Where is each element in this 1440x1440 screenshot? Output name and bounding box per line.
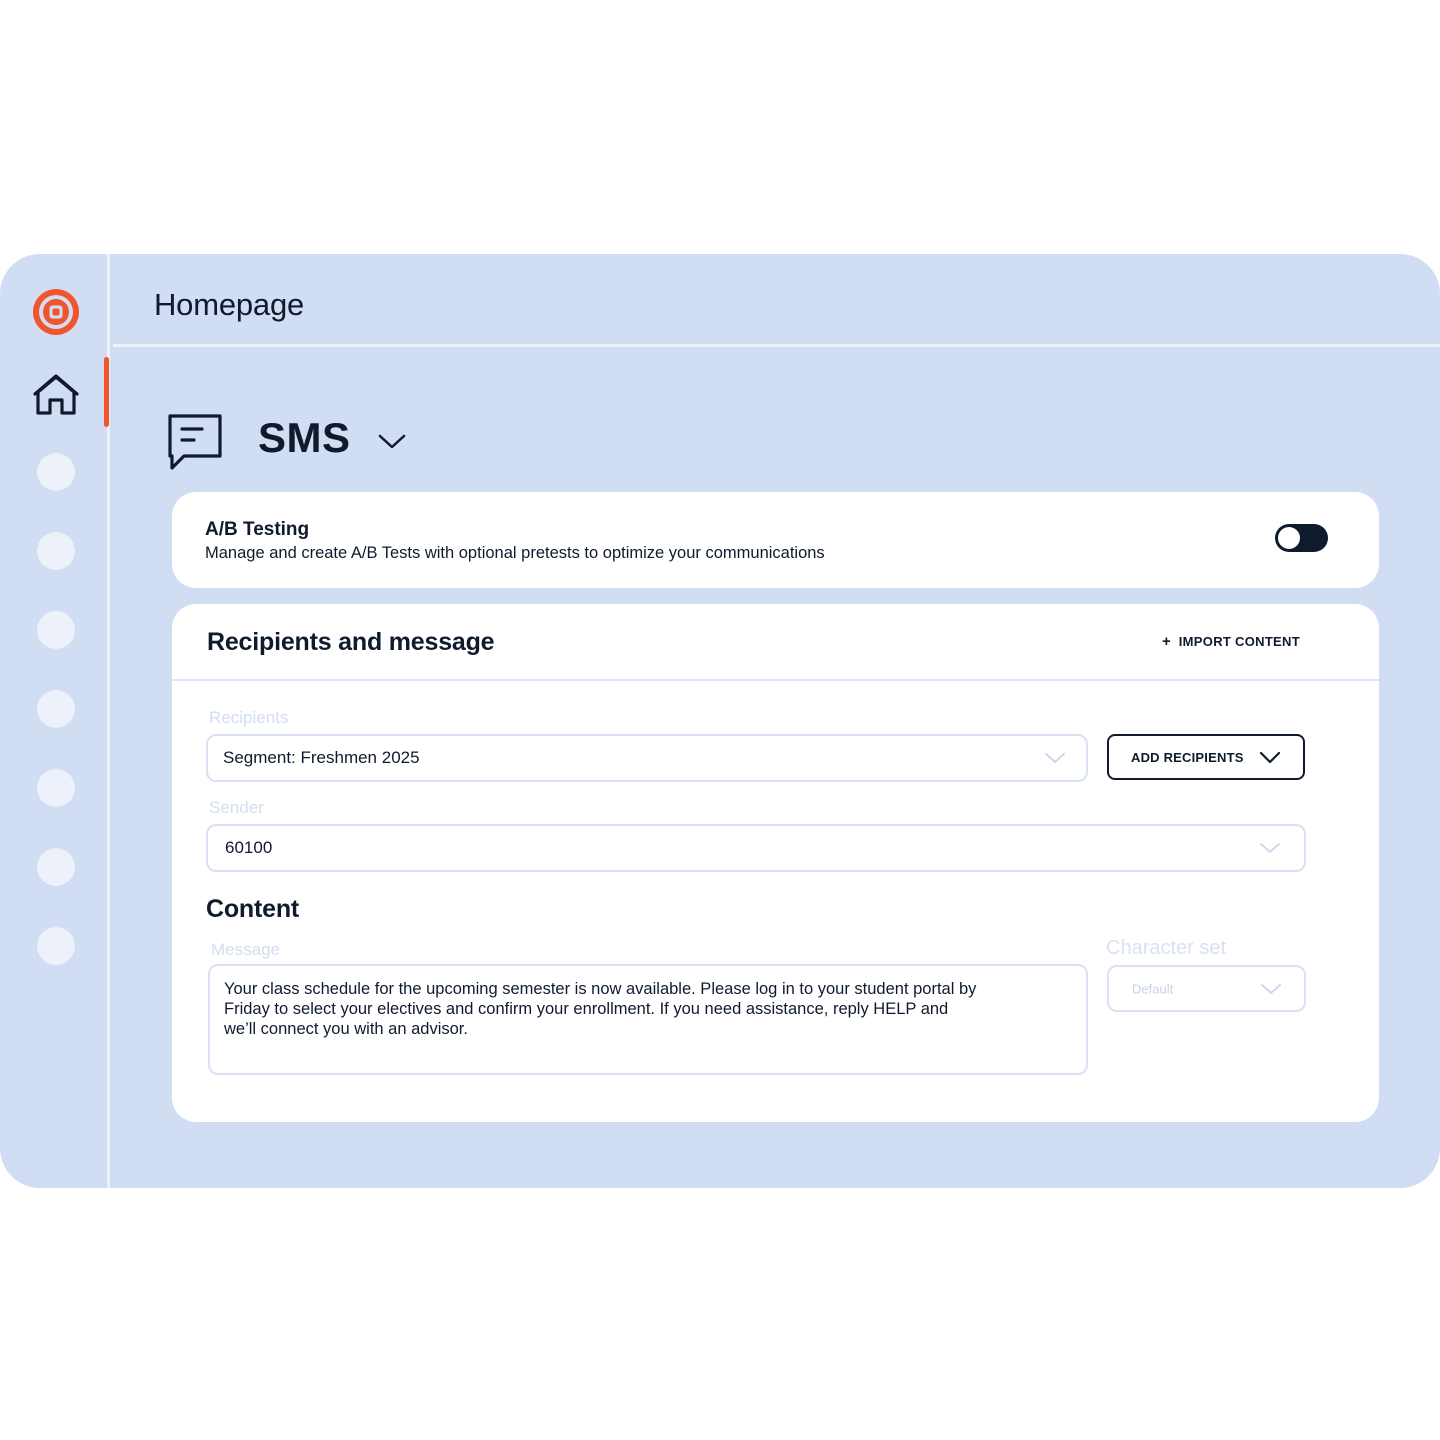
content-heading: Content [206,895,300,923]
ab-testing-description: Manage and create A/B Tests with optiona… [205,544,825,562]
ab-testing-card: A/B Testing Manage and create A/B Tests … [172,492,1379,588]
section-title: Recipients and message [207,628,495,656]
sidebar-item-5[interactable] [37,769,75,807]
character-set-value: Default [1132,981,1174,996]
add-recipients-label: ADD RECIPIENTS [1131,750,1244,765]
character-set-label: Character set [1106,937,1227,959]
sidebar-item-7[interactable] [37,927,75,965]
import-content-label: IMPORT CONTENT [1178,634,1300,649]
character-set-select[interactable]: Default [1107,965,1306,1012]
sender-label: Sender [209,798,264,817]
active-nav-indicator [104,357,109,427]
app-window: Homepage SMS A/B Testing Manage and crea… [0,254,1440,1188]
recipients-message-card: Recipients and message + IMPORT CONTENT … [172,604,1379,1122]
sidebar-item-4[interactable] [37,690,75,728]
recipients-label: Recipients [209,708,289,727]
divider [172,679,1379,681]
channel-name[interactable]: SMS [258,414,351,462]
home-icon[interactable] [33,372,79,418]
chevron-down-icon [1260,843,1280,853]
sender-select[interactable]: 60100 [206,824,1306,872]
sidebar-item-3[interactable] [37,611,75,649]
page-header: Homepage [113,254,1440,347]
chevron-down-icon [1261,983,1281,994]
chevron-down-icon [1045,753,1065,763]
sender-value: 60100 [225,838,273,857]
toggle-knob [1278,527,1300,549]
chevron-down-icon[interactable] [376,430,408,452]
chevron-down-icon [1259,751,1281,764]
message-label: Message [211,940,280,959]
message-value: Your class schedule for the upcoming sem… [224,980,977,1038]
message-square-icon [168,414,222,470]
plus-icon: + [1162,633,1171,650]
sidebar-item-1[interactable] [37,453,75,491]
target-logo-icon[interactable] [31,287,81,337]
ab-testing-title: A/B Testing [205,519,310,540]
sidebar-item-2[interactable] [37,532,75,570]
recipients-select[interactable]: Segment: Freshmen 2025 [206,734,1088,782]
recipients-value: Segment: Freshmen 2025 [223,748,420,767]
import-content-button[interactable]: + IMPORT CONTENT [1162,634,1300,649]
page-title: Homepage [154,287,305,322]
add-recipients-button[interactable]: ADD RECIPIENTS [1107,734,1305,780]
sidebar-item-6[interactable] [37,848,75,886]
message-textarea[interactable]: Your class schedule for the upcoming sem… [208,964,1088,1075]
sidebar [0,254,110,1188]
ab-testing-toggle[interactable] [1275,524,1328,552]
